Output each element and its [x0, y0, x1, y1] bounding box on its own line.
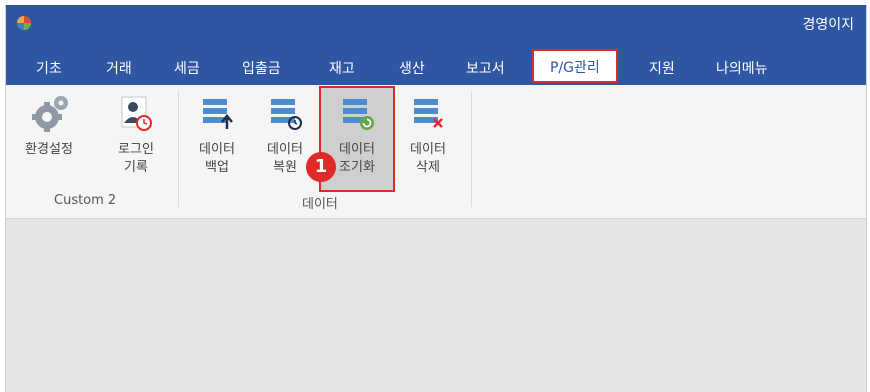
database-upload-icon [203, 99, 233, 129]
app-logo-icon [17, 16, 31, 30]
login-history-label-2: 기록 [124, 160, 148, 175]
tab-support[interactable]: 지원 [649, 58, 675, 78]
menu-bar: 기초 거래 세금 입출금 재고 생산 보고서 P/G관리 지원 나의메뉴 [6, 41, 866, 85]
data-backup-button[interactable]: 데이터 백업 [192, 93, 242, 177]
data-backup-label-2: 백업 [205, 160, 229, 175]
login-history-label-1: 로그인 [118, 142, 154, 157]
data-delete-button[interactable]: 데이터 삭제 [403, 93, 453, 177]
group-divider [178, 91, 179, 207]
group-label-custom2: Custom 2 [54, 193, 117, 208]
tab-transactions[interactable]: 거래 [106, 58, 132, 78]
database-refresh-icon [343, 99, 374, 130]
tab-pg-management[interactable]: P/G관리 [532, 49, 618, 83]
group-label-data: 데이터 [302, 197, 338, 212]
tab-my-menu[interactable]: 나의메뉴 [716, 58, 768, 78]
gear-icon [32, 96, 68, 132]
data-delete-label-1: 데이터 [410, 142, 446, 157]
data-initialize-button[interactable]: 데이터 조기화 [332, 93, 382, 177]
data-restore-label-1: 데이터 [267, 142, 303, 157]
tab-basics[interactable]: 기초 [36, 58, 62, 78]
data-restore-label-2: 복원 [273, 160, 297, 175]
settings-button[interactable]: 환경설정 [24, 93, 74, 159]
title-bar: 경영이지 [6, 5, 866, 41]
database-restore-icon [271, 99, 302, 130]
data-restore-button[interactable]: 데이터 복원 [260, 93, 310, 177]
ribbon: 환경설정 로그인 기록 Custom 2 1 데이터 백업 데이터 복원 데이터… [6, 85, 866, 219]
app-title: 경영이지 [802, 17, 854, 33]
data-delete-label-2: 삭제 [416, 160, 440, 175]
tab-reports[interactable]: 보고서 [466, 58, 505, 78]
annotation-badge: 1 [306, 152, 336, 182]
database-delete-icon [414, 99, 443, 128]
settings-label: 환경설정 [25, 142, 73, 157]
tab-production[interactable]: 생산 [399, 58, 425, 78]
login-history-button[interactable]: 로그인 기록 [111, 93, 161, 177]
main-content-area [6, 219, 866, 392]
user-clock-icon [121, 96, 152, 131]
tab-tax[interactable]: 세금 [174, 58, 200, 78]
tab-cash[interactable]: 입출금 [242, 58, 281, 78]
data-backup-label-1: 데이터 [199, 142, 235, 157]
data-initialize-label-1: 데이터 [339, 142, 375, 157]
tab-inventory[interactable]: 재고 [329, 58, 355, 78]
app-window: 경영이지 기초 거래 세금 입출금 재고 생산 보고서 P/G관리 지원 나의메… [5, 5, 867, 392]
data-initialize-label-2: 조기화 [339, 160, 375, 175]
group-divider-2 [471, 91, 472, 207]
